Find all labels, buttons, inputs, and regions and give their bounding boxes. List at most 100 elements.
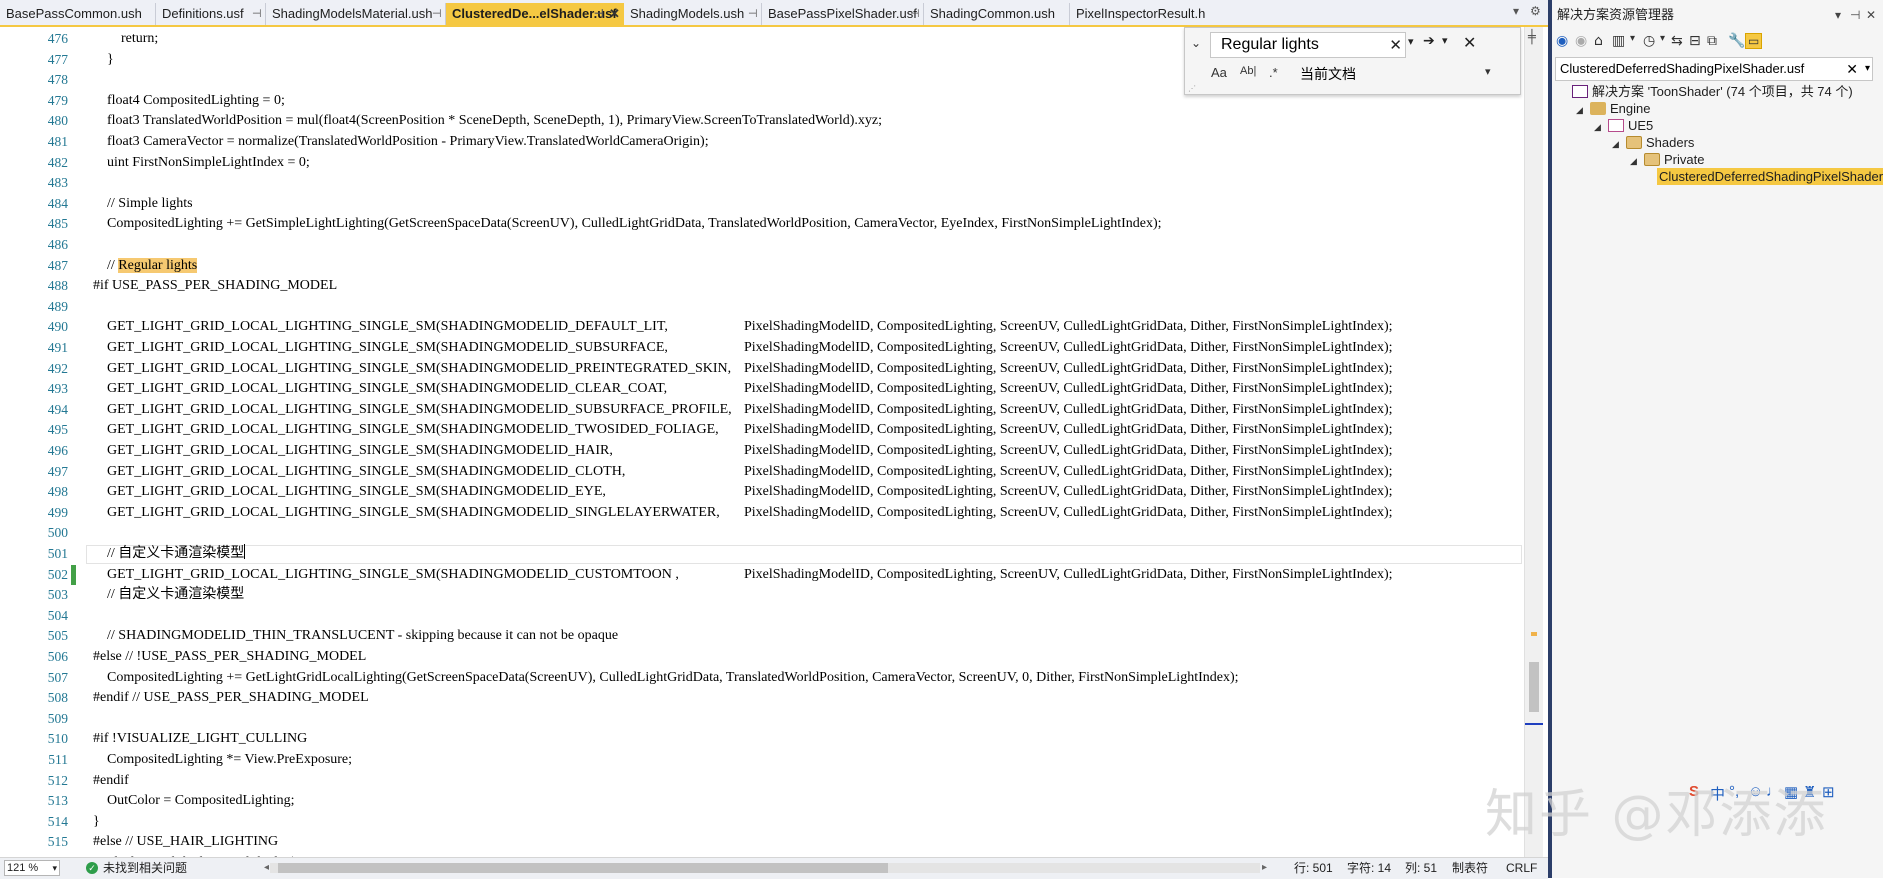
gear-icon[interactable]: ⚙ [1530, 4, 1541, 18]
ime-keyboard-icon[interactable]: ▦ [1784, 783, 1798, 801]
ime-punctuation-icon[interactable]: °, [1729, 783, 1739, 800]
tab-definitions[interactable]: Definitions.usf ⊣ [156, 3, 266, 25]
ime-voice-icon[interactable]: ♩ [1766, 783, 1781, 800]
code-line[interactable]: // SHADINGMODELID_THIN_TRANSLUCENT - ski… [93, 626, 618, 647]
close-icon[interactable]: ✕ [609, 3, 620, 25]
code-line[interactable]: #if USE_PASS_PER_SHADING_MODEL [93, 276, 337, 297]
zoom-select[interactable]: 121 % ▾ [4, 860, 60, 876]
tree-item[interactable]: 解决方案 'ToonShader' (74 个项目，共 74 个) [1558, 83, 1853, 100]
views-dropdown-icon[interactable]: ▾ [1630, 33, 1635, 44]
tab-shadingmodelsmaterial[interactable]: ShadingModelsMaterial.ush ⊣ [266, 3, 446, 25]
tab-clustereddeferredshadingpixelshader[interactable]: ClusteredDe...elShader.usf ⊣ ✕ [446, 3, 624, 25]
pin-icon[interactable]: ⊣ [252, 3, 262, 25]
expander-icon[interactable]: ◢ [1612, 136, 1626, 153]
back-icon[interactable]: ◉ [1556, 33, 1568, 49]
no-issues-check-icon[interactable]: ✓ [86, 862, 98, 874]
expander-icon[interactable]: ◢ [1630, 153, 1644, 170]
show-all-files-icon[interactable]: ⧉ [1707, 33, 1717, 49]
window-position-dropdown-icon[interactable]: ▾ [1835, 8, 1841, 22]
editor-vertical-scrollbar[interactable]: ╪ [1524, 27, 1543, 857]
pin-icon[interactable]: ⊣ [910, 3, 920, 25]
close-icon[interactable]: ✕ [1866, 8, 1876, 22]
auto-hide-pin-icon[interactable]: ⊣ [1850, 8, 1860, 22]
code-line[interactable]: GET_LIGHT_GRID_LOCAL_LIGHTING_SINGLE_SM(… [93, 338, 1393, 359]
column-indicator[interactable]: 列: 51 [1405, 858, 1437, 878]
code-line[interactable]: CompositedLighting *= View.PreExposure; [93, 750, 352, 771]
pin-icon[interactable]: ⊣ [748, 3, 758, 25]
code-line[interactable]: #else // !USE_PASS_PER_SHADING_MODEL [93, 647, 366, 668]
code-line[interactable]: GET_LIGHT_GRID_LOCAL_LIGHTING_SINGLE_SM(… [93, 503, 1393, 524]
code-line[interactable]: GET_LIGHT_GRID_LOCAL_LIGHTING_SINGLE_SM(… [93, 317, 1393, 338]
code-line[interactable]: CompositedLighting += GetLightGridLocalL… [93, 668, 1239, 689]
home-icon[interactable]: ⌂ [1594, 33, 1603, 49]
issues-status[interactable]: 未找到相关问题 [103, 858, 187, 878]
solution-search-input[interactable]: ClusteredDeferredShadingPixelShader.usf … [1555, 57, 1873, 81]
code-line[interactable]: OutColor = CompositedLighting; [93, 791, 295, 812]
tree-item[interactable]: ClusteredDeferredShadingPixelShader.usf [1657, 168, 1883, 185]
find-next-icon[interactable]: ➔ [1423, 33, 1435, 49]
ime-logo-icon[interactable]: S [1689, 783, 1699, 800]
code-line[interactable]: float3 CameraVector = normalize(Translat… [93, 132, 709, 153]
expander-icon[interactable]: ◢ [1594, 119, 1608, 136]
code-line[interactable]: return; [93, 29, 158, 50]
code-editor[interactable]: 476 477 478 479 480 481 482 483 484 485 486 487 488 4… [0, 27, 1524, 857]
code-line[interactable]: } [93, 50, 114, 71]
preview-selected-items-icon[interactable]: ▭ [1745, 33, 1763, 49]
code-line[interactable]: GET_LIGHT_GRID_LOCAL_LIGHTING_SINGLE_SM(… [93, 482, 1393, 503]
toggle-replace-chevron-icon[interactable]: ⌄ [1191, 36, 1201, 50]
find-input[interactable]: Regular lights ✕ [1210, 32, 1406, 58]
scrollbar-thumb[interactable] [1529, 662, 1539, 712]
code-line[interactable]: // Simple lights [93, 194, 193, 215]
split-window-icon[interactable]: ╪ [1528, 30, 1536, 45]
sync-with-active-document-icon[interactable]: ⇆ [1671, 33, 1683, 49]
code-line[interactable]: GET_LIGHT_GRID_LOCAL_LIGHTING_SINGLE_SM(… [93, 420, 1393, 441]
ime-toolbox-icon[interactable]: ⊞ [1822, 783, 1835, 801]
find-direction-dropdown-icon[interactable]: ▾ [1442, 34, 1448, 47]
code-line[interactable]: float3 TranslatedWorldPosition = mul(flo… [93, 111, 882, 132]
code-line[interactable]: GET_LIGHT_GRID_LOCAL_LIGHTING_SINGLE_SM(… [93, 441, 1393, 462]
code-line[interactable]: // 自定义卡通渲染模型 [93, 544, 246, 565]
match-case-toggle[interactable]: Aa [1211, 65, 1227, 80]
indentation-indicator[interactable]: 制表符 [1452, 858, 1488, 878]
match-whole-word-toggle[interactable]: Ab| [1240, 65, 1256, 77]
ime-chinese-mode-icon[interactable]: 中 [1710, 783, 1725, 804]
code-line[interactable]: GET_LIGHT_GRID_LOCAL_LIGHTING_SINGLE_SM(… [93, 462, 1393, 483]
editor-horizontal-scrollbar[interactable] [270, 863, 1260, 873]
expander-icon[interactable]: ◢ [1576, 102, 1590, 119]
code-line[interactable]: #else // USE_HAIR_LIGHTING [93, 832, 278, 853]
code-line[interactable]: CompositedLighting += GetSimpleLightLigh… [93, 214, 1162, 235]
pin-icon[interactable]: ⊣ [432, 3, 442, 25]
clear-search-icon[interactable]: ✕ [1389, 34, 1402, 58]
code-line[interactable]: GET_LIGHT_GRID_LOCAL_LIGHTING_SINGLE_SM(… [93, 565, 1393, 586]
ime-skin-icon[interactable]: ♜ [1803, 783, 1816, 801]
code-line[interactable]: #endif [93, 771, 129, 792]
switch-views-icon[interactable]: ▥ [1612, 33, 1625, 49]
collapse-all-icon[interactable]: ⊟ [1689, 33, 1701, 49]
char-indicator[interactable]: 字符: 14 [1347, 858, 1391, 878]
code-line[interactable]: } [93, 812, 100, 833]
code-line[interactable]: // 自定义卡通渲染模型 [93, 585, 244, 606]
scope-dropdown-icon[interactable]: ▾ [1485, 65, 1491, 78]
tab-pixelinspectorresult[interactable]: PixelInspectorResult.h [1070, 3, 1220, 25]
properties-wrench-icon[interactable]: 🔧 [1728, 33, 1745, 49]
line-ending-indicator[interactable]: CRLF [1506, 858, 1537, 878]
pending-changes-filter-icon[interactable]: ◷ [1643, 33, 1655, 49]
forward-icon[interactable]: ◉ [1575, 33, 1587, 49]
search-options-dropdown-icon[interactable]: ▾ [1865, 58, 1870, 80]
resize-grip-icon[interactable]: ⋰ [1188, 84, 1196, 93]
close-find-icon[interactable]: ✕ [1463, 33, 1476, 52]
tab-basepasspixelshader[interactable]: BasePassPixelShader.usf ⊣ [762, 3, 924, 25]
use-regex-toggle[interactable]: .* [1269, 65, 1278, 80]
code-line[interactable]: // Regular lights [93, 256, 198, 277]
tab-basepasscommon[interactable]: BasePassCommon.ush [0, 3, 156, 25]
scroll-right-icon[interactable]: ▸ [1262, 858, 1267, 878]
ime-emoji-icon[interactable]: ☺ [1748, 783, 1763, 800]
code-line[interactable]: GET_LIGHT_GRID_LOCAL_LIGHTING_SINGLE_SM(… [93, 379, 1393, 400]
tab-shadingcommon[interactable]: ShadingCommon.ush [924, 3, 1070, 25]
code-line[interactable]: #endif // USE_PASS_PER_SHADING_MODEL [93, 688, 369, 709]
tab-list-dropdown-icon[interactable]: ▾ [1513, 4, 1519, 18]
clear-search-icon[interactable]: ✕ [1846, 58, 1858, 80]
scrollbar-thumb[interactable] [278, 863, 888, 873]
line-indicator[interactable]: 行: 501 [1294, 858, 1333, 878]
code-line[interactable]: float4 CompositedLighting = 0; [93, 91, 285, 112]
